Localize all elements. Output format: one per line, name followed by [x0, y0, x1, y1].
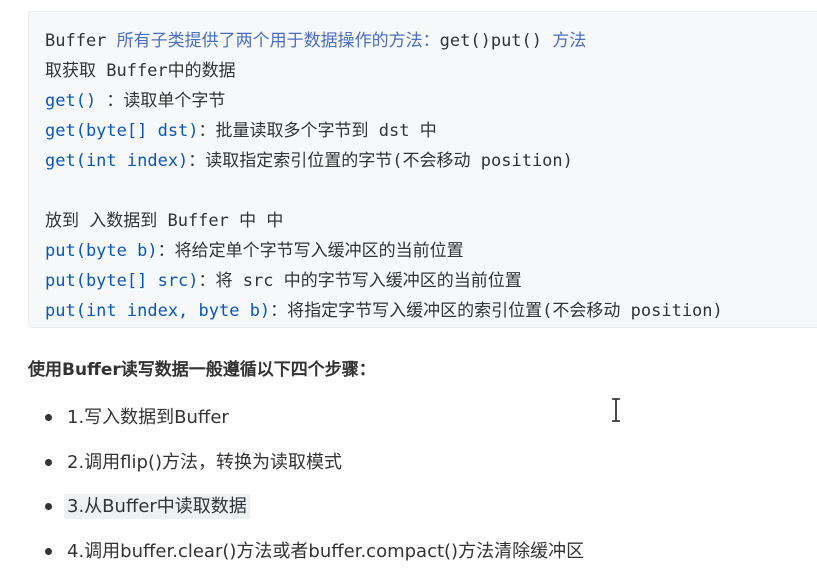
code-line-5: get(int index)：读取指定索引位置的字节(不会移动 position… [45, 146, 817, 176]
code-block: Buffer 所有子类提供了两个用于数据操作的方法：get()put() 方法 … [28, 11, 817, 328]
bullet-icon [45, 503, 52, 510]
code-line-3: get() ：读取单个字节 [45, 86, 817, 116]
step-text: 2.调用flip()方法，转换为读取模式 [67, 452, 342, 473]
code-keyword: get(byte[] dst) [45, 121, 199, 141]
code-line-8: put(byte[] src)：将 src 中的字节写入缓冲区的当前位置 [45, 266, 817, 296]
code-comment: 所有子类提供了两个用于数据操作的方法： [117, 31, 440, 51]
step-text-highlighted[interactable]: 3.从Buffer中读取数据 [64, 494, 250, 519]
code-text: ：批量读取多个字节到 dst 中 [199, 121, 437, 141]
list-item: 3.从Buffer中读取数据 [45, 487, 584, 532]
code-keyword: put(byte[] src) [45, 271, 199, 291]
bullet-icon [45, 548, 52, 555]
list-item: 4.调用buffer.clear()方法或者buffer.compact()方法… [45, 532, 584, 576]
code-line-6: 放到 入数据到 Buffer 中 中 [45, 206, 817, 236]
code-text: ：将给定单个字节写入缓冲区的当前位置 [158, 241, 464, 261]
section-heading: 使用Buffer读写数据一般遵循以下四个步骤： [28, 355, 376, 380]
code-line-2: 取获取 Buffer中的数据 [45, 56, 817, 86]
code-line-blank [45, 176, 817, 206]
code-text: ：读取单个字节 [96, 91, 225, 111]
code-token: get()put() [440, 31, 553, 51]
code-text: ：读取指定索引位置的字节(不会移动 position) [188, 151, 573, 171]
text-cursor-icon [609, 398, 623, 422]
code-line-1: Buffer 所有子类提供了两个用于数据操作的方法：get()put() 方法 [45, 26, 817, 56]
list-item: 1.写入数据到Buffer [45, 398, 584, 443]
code-token: Buffer [45, 31, 117, 51]
code-keyword: put(int index, byte b) [45, 301, 270, 321]
code-comment: 方法 [552, 31, 586, 51]
bullet-icon [45, 414, 52, 421]
code-keyword: get(int index) [45, 151, 188, 171]
step-text: 4.调用buffer.clear()方法或者buffer.compact()方法… [67, 541, 584, 562]
code-keyword: get() [45, 91, 96, 111]
code-text: ：将指定字节写入缓冲区的索引位置(不会移动 position) [270, 301, 723, 321]
bullet-icon [45, 459, 52, 466]
code-line-7: put(byte b)：将给定单个字节写入缓冲区的当前位置 [45, 236, 817, 266]
code-line-9: put(int index, byte b)：将指定字节写入缓冲区的索引位置(不… [45, 296, 817, 326]
code-text: ：将 src 中的字节写入缓冲区的当前位置 [199, 271, 522, 291]
steps-list: 1.写入数据到Buffer 2.调用flip()方法，转换为读取模式 3.从Bu… [45, 398, 584, 576]
step-text: 1.写入数据到Buffer [67, 407, 229, 428]
code-keyword: put(byte b) [45, 241, 158, 261]
list-item: 2.调用flip()方法，转换为读取模式 [45, 443, 584, 488]
code-line-4: get(byte[] dst)：批量读取多个字节到 dst 中 [45, 116, 817, 146]
